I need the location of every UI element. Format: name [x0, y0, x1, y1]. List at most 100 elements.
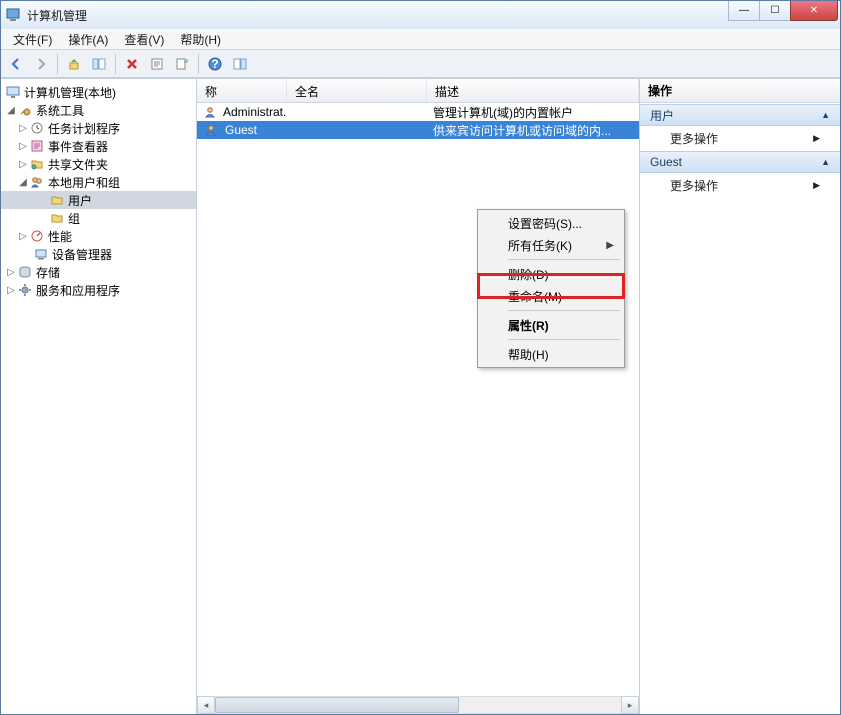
tree-pane: 计算机管理(本地) ◢ 系统工具 ▷ 任务计划程序 ▷ 事件查看器 [1, 79, 197, 714]
action-group-guest[interactable]: Guest ▲ [640, 151, 840, 173]
tree-performance[interactable]: ▷ 性能 [1, 227, 196, 245]
help-button[interactable]: ? [204, 53, 226, 75]
cell-name: Administrat... [223, 105, 287, 119]
tree-root[interactable]: 计算机管理(本地) [1, 83, 196, 101]
scroll-left-button[interactable]: ◂ [197, 696, 215, 714]
col-desc[interactable]: 描述 [427, 79, 639, 102]
svg-text:?: ? [211, 57, 218, 71]
context-menu: 设置密码(S)... 所有任务(K)▶ 删除(D) 重命名(M) 属性(R) 帮… [477, 209, 625, 368]
tree-event-viewer[interactable]: ▷ 事件查看器 [1, 137, 196, 155]
list-pane: 称 全名 描述 Administrat... 管理计算机(域)的内置帐户 Gu [197, 79, 640, 714]
collapse-icon[interactable]: ◢ [5, 105, 17, 116]
submenu-arrow-icon: ▶ [813, 180, 820, 191]
wrench-icon [17, 102, 33, 118]
export-button[interactable] [171, 53, 193, 75]
scroll-thumb[interactable] [215, 697, 459, 713]
tree[interactable]: 计算机管理(本地) ◢ 系统工具 ▷ 任务计划程序 ▷ 事件查看器 [1, 79, 196, 714]
menu-view[interactable]: 查看(V) [116, 29, 172, 50]
action-group-users[interactable]: 用户 ▲ [640, 104, 840, 126]
users-icon [29, 174, 45, 190]
tree-label: 用户 [68, 192, 92, 209]
performance-icon [29, 228, 45, 244]
tree-label: 计算机管理(本地) [24, 84, 116, 101]
titlebar[interactable]: 计算机管理 — ☐ ✕ [1, 1, 840, 29]
up-button[interactable] [63, 53, 85, 75]
cell-desc: 管理计算机(域)的内置帐户 [427, 104, 639, 121]
cell-name: Guest [225, 123, 257, 137]
folder-icon [49, 192, 65, 208]
list-row[interactable]: Administrat... 管理计算机(域)的内置帐户 [197, 103, 639, 121]
maximize-button[interactable]: ☐ [759, 1, 791, 21]
col-fullname[interactable]: 全名 [287, 79, 427, 102]
expand-icon[interactable]: ▷ [17, 159, 29, 170]
menu-separator [508, 310, 620, 311]
storage-icon [17, 264, 33, 280]
action-pane: 操作 用户 ▲ 更多操作 ▶ Guest ▲ 更多操作 ▶ [640, 79, 840, 714]
forward-button[interactable] [30, 53, 52, 75]
action-pane-header: 操作 [640, 79, 840, 103]
user-icon [203, 104, 217, 120]
tree-device-manager[interactable]: 设备管理器 [1, 245, 196, 263]
expand-icon[interactable]: ▷ [17, 141, 29, 152]
menu-separator [508, 259, 620, 260]
tree-label: 服务和应用程序 [36, 282, 120, 299]
user-icon [203, 122, 219, 138]
tree-label: 存储 [36, 264, 60, 281]
delete-button[interactable] [121, 53, 143, 75]
tree-users[interactable]: 用户 [1, 191, 196, 209]
tree-local-users-groups[interactable]: ◢ 本地用户和组 [1, 173, 196, 191]
folder-icon [49, 210, 65, 226]
expand-icon[interactable]: ▷ [5, 285, 17, 296]
tree-storage[interactable]: ▷ 存储 [1, 263, 196, 281]
minimize-button[interactable]: — [728, 1, 760, 21]
event-icon [29, 138, 45, 154]
action-more-guest[interactable]: 更多操作 ▶ [640, 173, 840, 197]
device-icon [33, 246, 49, 262]
ctx-set-password[interactable]: 设置密码(S)... [480, 212, 622, 234]
expand-icon[interactable]: ▷ [17, 231, 29, 242]
tree-system-tools[interactable]: ◢ 系统工具 [1, 101, 196, 119]
tree-label: 共享文件夹 [48, 156, 108, 173]
menu-help[interactable]: 帮助(H) [172, 29, 229, 50]
expand-icon[interactable]: ▷ [17, 123, 29, 134]
close-button[interactable]: ✕ [790, 1, 838, 21]
tree-label: 性能 [48, 228, 72, 245]
tree-task-scheduler[interactable]: ▷ 任务计划程序 [1, 119, 196, 137]
action-more[interactable]: 更多操作 ▶ [640, 126, 840, 150]
computer-icon [5, 84, 21, 100]
horizontal-scrollbar[interactable]: ◂ ▸ [197, 696, 639, 714]
col-name[interactable]: 称 [197, 79, 287, 102]
tree-label: 设备管理器 [52, 246, 112, 263]
expand-icon[interactable]: ▷ [5, 267, 17, 278]
shared-folder-icon [29, 156, 45, 172]
scroll-right-button[interactable]: ▸ [621, 696, 639, 714]
scroll-track[interactable] [215, 696, 621, 714]
tree-label: 系统工具 [36, 102, 84, 119]
list-body[interactable]: Administrat... 管理计算机(域)的内置帐户 Guest 供来宾访问… [197, 103, 639, 714]
ctx-delete[interactable]: 删除(D) [480, 263, 622, 285]
submenu-arrow-icon: ▶ [606, 240, 614, 251]
menu-file[interactable]: 文件(F) [5, 29, 60, 50]
collapse-icon[interactable]: ◢ [17, 177, 29, 188]
ctx-all-tasks[interactable]: 所有任务(K)▶ [480, 234, 622, 256]
window-title: 计算机管理 [27, 7, 836, 24]
tree-label: 本地用户和组 [48, 174, 120, 191]
tree-label: 事件查看器 [48, 138, 108, 155]
tree-shared-folders[interactable]: ▷ 共享文件夹 [1, 155, 196, 173]
app-icon [5, 7, 21, 23]
collapse-icon: ▲ [821, 157, 830, 167]
list-row[interactable]: Guest 供来宾访问计算机或访问域的内... [197, 121, 639, 139]
services-icon [17, 282, 33, 298]
show-hide-tree-button[interactable] [88, 53, 110, 75]
ctx-properties[interactable]: 属性(R) [480, 314, 622, 336]
ctx-help[interactable]: 帮助(H) [480, 343, 622, 365]
cell-desc: 供来宾访问计算机或访问域的内... [427, 122, 639, 139]
back-button[interactable] [5, 53, 27, 75]
show-hide-action-button[interactable] [229, 53, 251, 75]
ctx-rename[interactable]: 重命名(M) [480, 285, 622, 307]
tree-services-apps[interactable]: ▷ 服务和应用程序 [1, 281, 196, 299]
tree-groups[interactable]: 组 [1, 209, 196, 227]
menu-action[interactable]: 操作(A) [60, 29, 116, 50]
properties-button[interactable] [146, 53, 168, 75]
toolbar: ? [1, 50, 840, 78]
